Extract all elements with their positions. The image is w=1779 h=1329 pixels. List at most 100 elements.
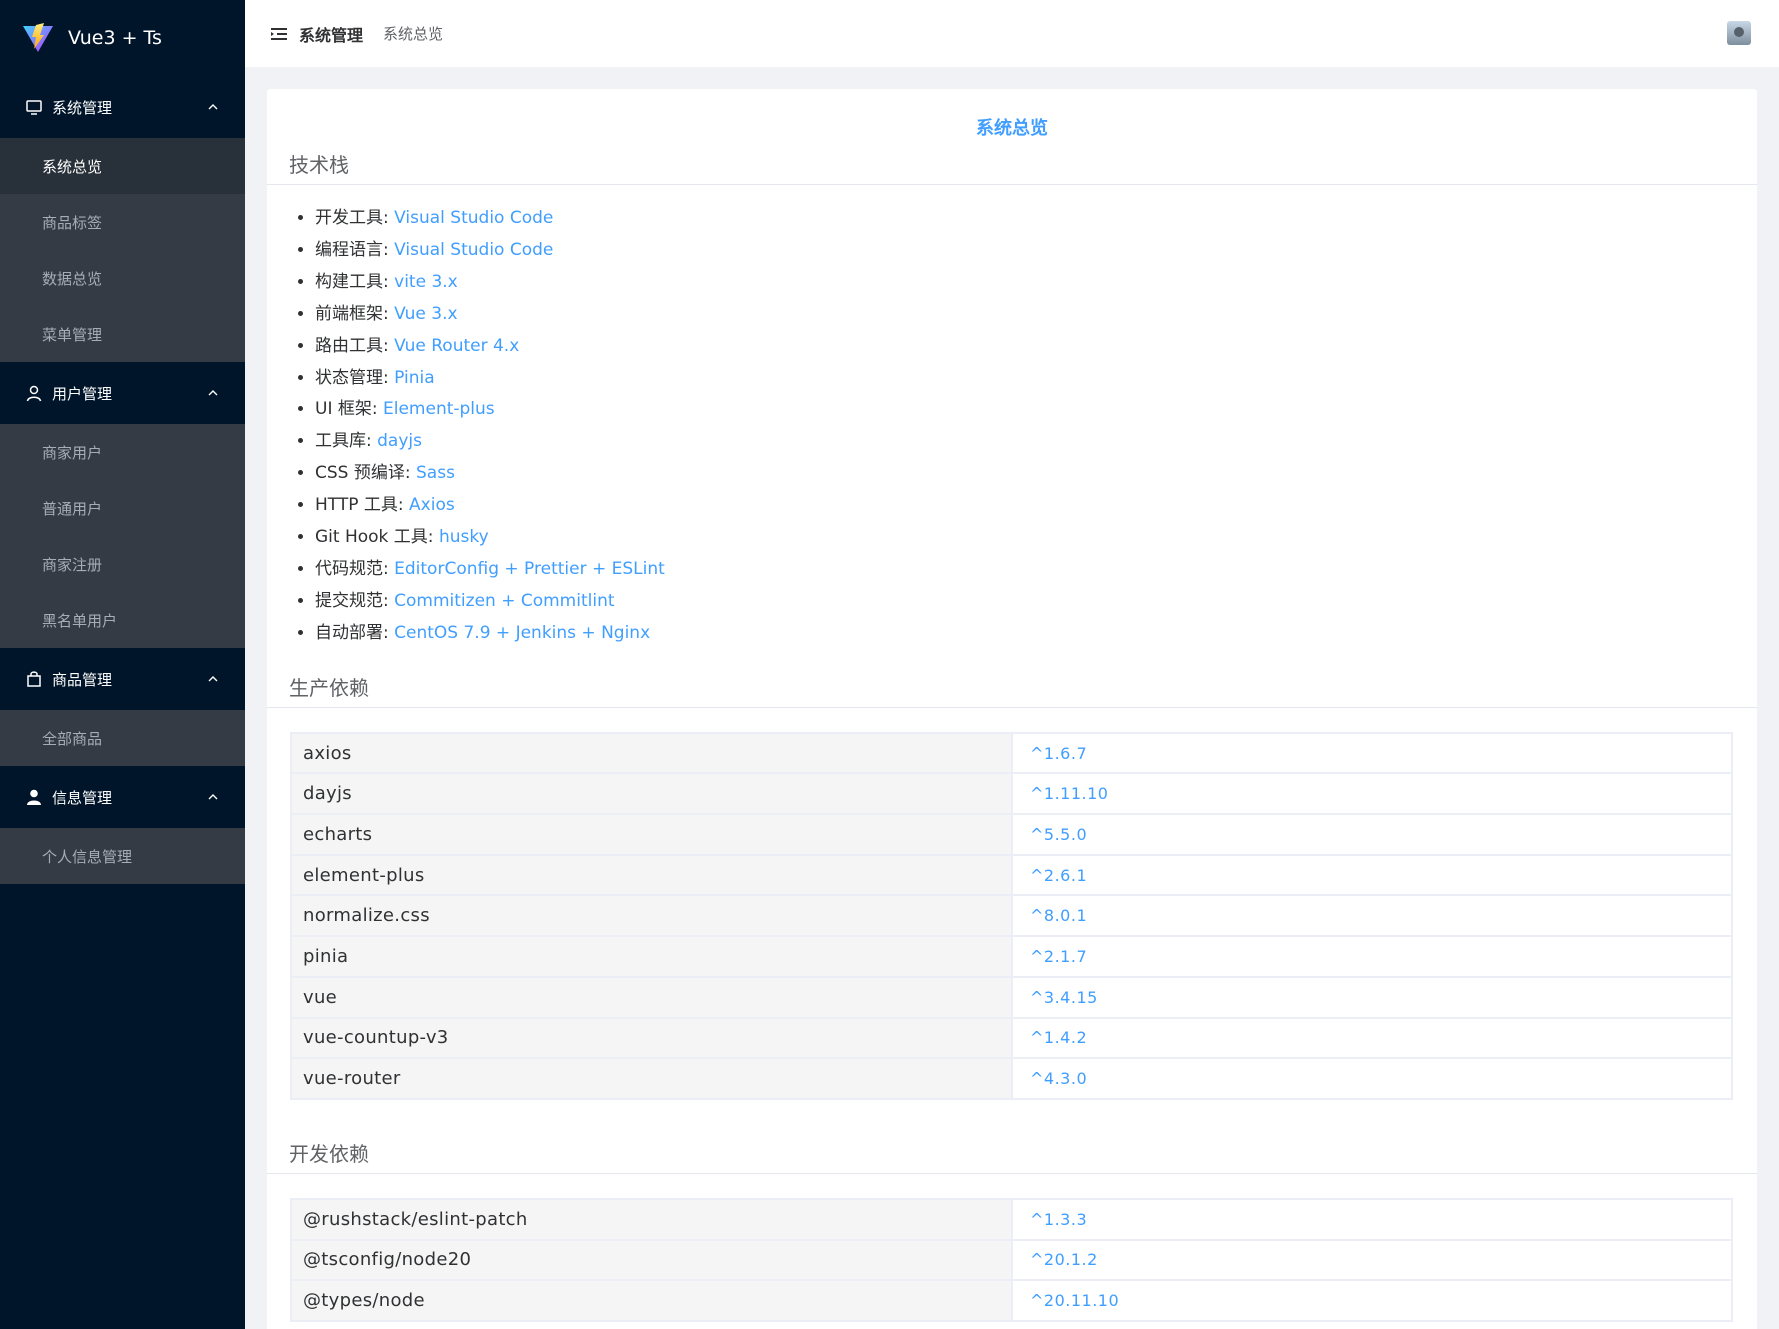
sidebar-item-blacklist[interactable]: 黑名单用户 bbox=[0, 592, 245, 648]
tech-value-link[interactable]: Pinia bbox=[394, 368, 435, 388]
chevron-up-icon bbox=[207, 387, 219, 399]
tech-value-link[interactable]: Sass bbox=[416, 463, 455, 483]
page-title: 系统总览 bbox=[976, 118, 1048, 139]
vite-logo-icon bbox=[23, 23, 53, 52]
dep-name: pinia bbox=[290, 935, 1013, 978]
dep-version: ^8.0.1 bbox=[1011, 894, 1733, 938]
dep-name: element-plus bbox=[290, 853, 1013, 897]
dep-version: ^3.4.15 bbox=[1011, 975, 1733, 1019]
tech-value-link[interactable]: Commitizen + Commitlint bbox=[394, 591, 614, 611]
dep-name: normalize.css bbox=[290, 894, 1013, 938]
tech-value-link[interactable]: Element-plus bbox=[383, 399, 495, 419]
app-title: Vue3 + Ts bbox=[68, 27, 162, 49]
section-title-dev: 开发依赖 bbox=[267, 1130, 1757, 1174]
section-title-prod: 生产依赖 bbox=[267, 664, 1757, 708]
dep-version: ^1.3.3 bbox=[1011, 1197, 1733, 1241]
section-title-tech: 技术栈 bbox=[267, 141, 1757, 185]
tech-list-item: 构建工具: vite 3.x bbox=[315, 267, 1757, 299]
tech-value-link[interactable]: Vue Router 4.x bbox=[394, 336, 519, 356]
tech-value-link[interactable]: CentOS 7.9 + Jenkins + Nginx bbox=[394, 623, 650, 643]
chevron-up-icon bbox=[207, 101, 219, 113]
sidebar-item-data-overview[interactable]: 数据总览 bbox=[0, 250, 245, 306]
menu-group-users[interactable]: 用户管理 bbox=[0, 362, 245, 424]
tech-list-item: 编程语言: Visual Studio Code bbox=[315, 235, 1757, 267]
tech-list-item: 前端框架: Vue 3.x bbox=[315, 299, 1757, 331]
menu-group-products[interactable]: 商品管理 bbox=[0, 648, 245, 710]
table-row: vue-countup-v3 ^1.4.2 bbox=[290, 1016, 1733, 1060]
main-card: 系统总览 技术栈 开发工具: Visual Studio Code编程语言: V… bbox=[267, 89, 1757, 1329]
tech-list-item: HTTP 工具: Axios bbox=[315, 490, 1757, 522]
table-row: vue ^3.4.15 bbox=[290, 975, 1733, 1019]
tech-list-item: 自动部署: CentOS 7.9 + Jenkins + Nginx bbox=[315, 618, 1757, 650]
tech-value-link[interactable]: husky bbox=[439, 527, 489, 547]
avatar[interactable] bbox=[1727, 21, 1751, 45]
menu-fold-icon[interactable] bbox=[269, 24, 289, 44]
dev-deps-table: @rushstack/eslint-patch ^1.3.3 @tsconfig/n… bbox=[290, 1197, 1733, 1322]
tech-key: HTTP 工具: bbox=[315, 495, 410, 516]
logo[interactable]: Vue3 + Ts bbox=[0, 0, 245, 76]
tech-key: 编程语言: bbox=[315, 239, 395, 260]
tech-key: Git Hook 工具: bbox=[315, 527, 439, 548]
dep-name: vue-countup-v3 bbox=[290, 1016, 1013, 1060]
table-row: echarts ^5.5.0 bbox=[290, 813, 1733, 856]
sidebar-item-overview[interactable]: 系统总览 bbox=[0, 138, 245, 194]
table-row: @types/node ^20.11.10 bbox=[290, 1279, 1733, 1322]
sidebar-item-merchant-register[interactable]: 商家注册 bbox=[0, 536, 245, 592]
dep-name: vue bbox=[290, 975, 1013, 1019]
sidebar-item-all-products[interactable]: 全部商品 bbox=[0, 710, 245, 766]
chevron-up-icon bbox=[207, 791, 219, 803]
tech-value-link[interactable]: Vue 3.x bbox=[394, 304, 457, 324]
dep-name: dayjs bbox=[290, 772, 1013, 816]
dep-version: ^5.5.0 bbox=[1011, 813, 1733, 856]
breadcrumb-main[interactable]: 系统管理 bbox=[299, 22, 363, 46]
tech-key: 路由工具: bbox=[315, 335, 395, 356]
sidebar-item-menu-management[interactable]: 菜单管理 bbox=[0, 306, 245, 362]
dep-version: ^1.4.2 bbox=[1011, 1016, 1733, 1060]
dep-version: ^2.1.7 bbox=[1011, 935, 1733, 978]
tech-list-item: Git Hook 工具: husky bbox=[315, 522, 1757, 554]
sidebar-item-personal-info[interactable]: 个人信息管理 bbox=[0, 828, 245, 884]
dep-version: ^2.6.1 bbox=[1011, 853, 1733, 897]
tech-list-item: CSS 预编译: Sass bbox=[315, 458, 1757, 490]
menu-sub-system: 系统总览 商品标签 数据总览 菜单管理 bbox=[0, 138, 245, 362]
menu-group-label: 商品管理 bbox=[52, 670, 113, 689]
tech-value-link[interactable]: Axios bbox=[409, 495, 455, 515]
tech-list-item: 工具库: dayjs bbox=[315, 426, 1757, 458]
tech-stack-list: 开发工具: Visual Studio Code编程语言: Visual Stu… bbox=[267, 185, 1757, 664]
scrollbar[interactable] bbox=[1767, 67, 1779, 1329]
table-row: pinia ^2.1.7 bbox=[290, 935, 1733, 978]
dep-name: echarts bbox=[290, 813, 1013, 856]
menu-sub-products: 全部商品 bbox=[0, 710, 245, 766]
tech-value-link[interactable]: Visual Studio Code bbox=[394, 208, 553, 228]
tech-key: 自动部署: bbox=[315, 622, 395, 643]
menu-group-system[interactable]: 系统管理 bbox=[0, 76, 245, 138]
sidebar-item-merchant-users[interactable]: 商家用户 bbox=[0, 424, 245, 480]
sidebar-item-normal-users[interactable]: 普通用户 bbox=[0, 480, 245, 536]
table-row: vue-router ^4.3.0 bbox=[290, 1057, 1733, 1100]
user-filled-icon bbox=[24, 787, 44, 807]
tech-key: 提交规范: bbox=[315, 590, 395, 611]
tech-key: 前端框架: bbox=[315, 303, 395, 324]
dep-version: ^1.11.10 bbox=[1011, 772, 1733, 816]
table-row: normalize.css ^8.0.1 bbox=[290, 894, 1733, 938]
menu-sub-users: 商家用户 普通用户 商家注册 黑名单用户 bbox=[0, 424, 245, 648]
menu-group-info[interactable]: 信息管理 bbox=[0, 766, 245, 828]
table-row: element-plus ^2.6.1 bbox=[290, 853, 1733, 897]
tech-value-link[interactable]: vite 3.x bbox=[394, 272, 458, 292]
tech-list-item: 提交规范: Commitizen + Commitlint bbox=[315, 586, 1757, 618]
sidebar-item-product-tags[interactable]: 商品标签 bbox=[0, 194, 245, 250]
tech-value-link[interactable]: dayjs bbox=[377, 431, 422, 451]
dep-name: @tsconfig/node20 bbox=[290, 1238, 1013, 1282]
table-row: dayjs ^1.11.10 bbox=[290, 772, 1733, 816]
tech-value-link[interactable]: Visual Studio Code bbox=[394, 240, 553, 260]
dep-version: ^4.3.0 bbox=[1011, 1057, 1733, 1100]
monitor-icon bbox=[24, 97, 44, 117]
tech-list-item: 状态管理: Pinia bbox=[315, 363, 1757, 395]
dep-name: @rushstack/eslint-patch bbox=[290, 1197, 1013, 1241]
tech-list-item: 开发工具: Visual Studio Code bbox=[315, 203, 1757, 235]
dep-version: ^20.11.10 bbox=[1011, 1279, 1733, 1322]
tech-key: CSS 预编译: bbox=[315, 463, 416, 484]
dep-name: @types/node bbox=[290, 1279, 1013, 1322]
tech-list-item: UI 框架: Element-plus bbox=[315, 394, 1757, 426]
tech-value-link[interactable]: EditorConfig + Prettier + ESLint bbox=[394, 559, 665, 579]
